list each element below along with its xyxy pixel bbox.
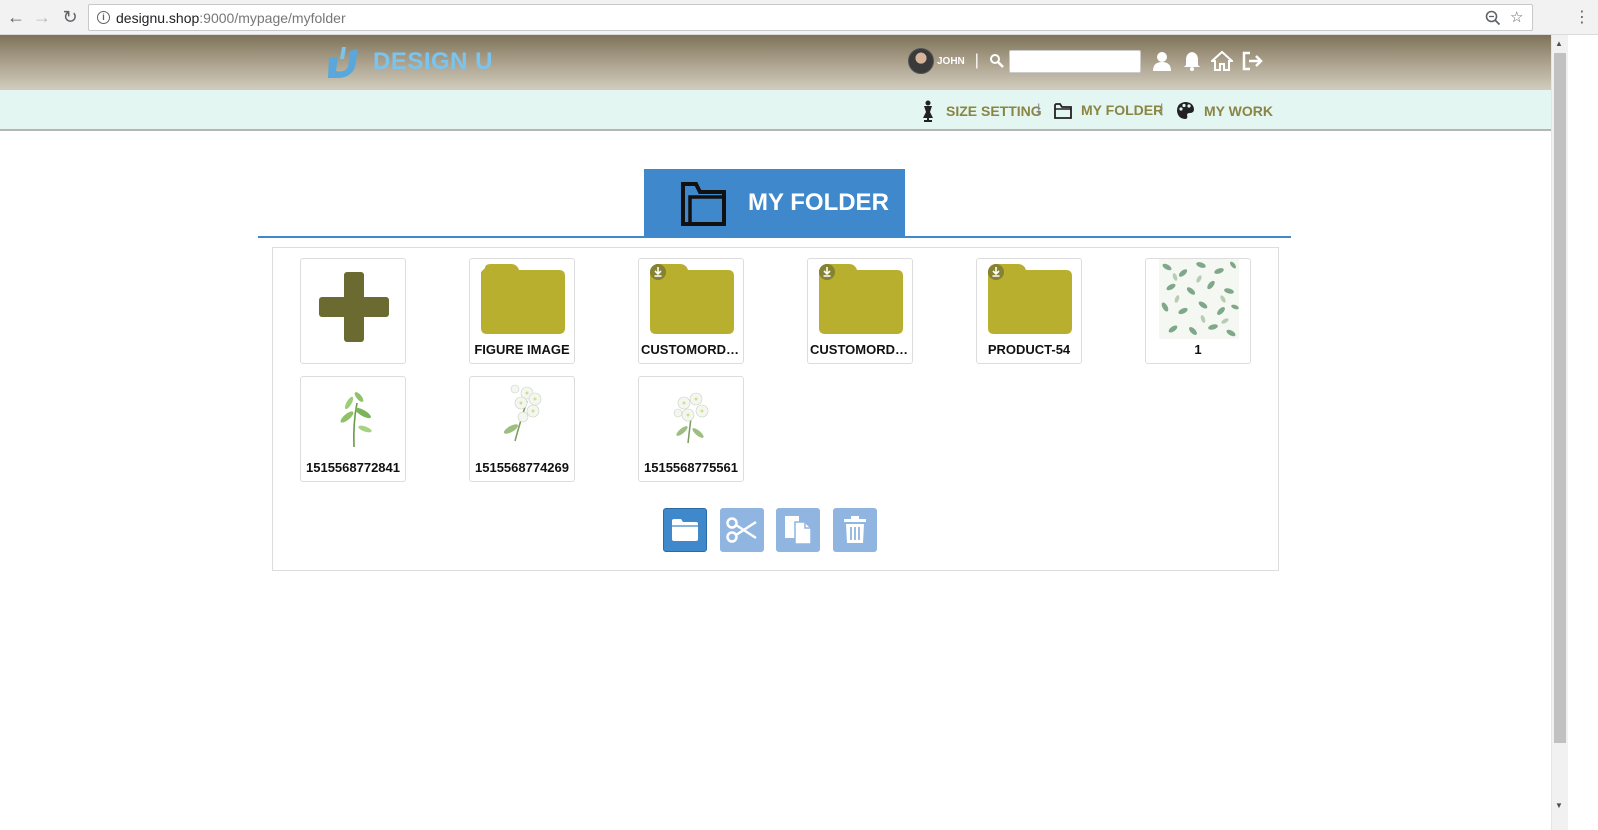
nav-my-folder[interactable]: MY FOLDER bbox=[1053, 100, 1163, 120]
user-name[interactable]: JOHN bbox=[937, 56, 965, 67]
nav-size-setting-label: SIZE SETTING bbox=[946, 103, 1042, 119]
mannequin-icon bbox=[923, 100, 933, 122]
logo-icon bbox=[328, 47, 358, 78]
sprig-thumbnail bbox=[340, 392, 372, 448]
new-folder-button[interactable] bbox=[663, 508, 707, 552]
image-tile[interactable]: 1515568774269 bbox=[469, 376, 575, 482]
user-icon[interactable] bbox=[1151, 50, 1173, 72]
info-icon[interactable]: i bbox=[97, 11, 110, 24]
folder-icon bbox=[672, 519, 698, 541]
title-divider bbox=[258, 236, 1291, 238]
copy-icon bbox=[785, 516, 812, 545]
cut-button[interactable] bbox=[720, 508, 764, 552]
trash-icon bbox=[844, 516, 866, 543]
folder-label: CUSTOMORDER bbox=[810, 342, 912, 357]
download-badge-icon bbox=[819, 264, 835, 280]
flowers-thumbnail bbox=[503, 384, 542, 442]
folder-tile[interactable]: CUSTOMORDER bbox=[807, 258, 913, 364]
leaf-pattern-thumbnail bbox=[1159, 259, 1239, 339]
sub-nav: SIZE SETTING | MY FOLDER | MY WORK bbox=[0, 90, 1551, 131]
image-label: 1 bbox=[1194, 342, 1202, 357]
avatar[interactable] bbox=[908, 48, 934, 74]
image-tile[interactable]: 1515568775561 bbox=[638, 376, 744, 482]
folder-tile[interactable]: FIGURE IMAGE bbox=[469, 258, 575, 364]
image-label: 1515568772841 bbox=[306, 460, 400, 475]
folder-label: FIGURE IMAGE bbox=[474, 342, 570, 357]
page-title-tab: MY FOLDER bbox=[644, 169, 905, 237]
logo[interactable]: DESIGN U bbox=[326, 45, 493, 79]
page-scrollbar[interactable]: ▲ ▼ bbox=[1551, 35, 1568, 830]
url-host: designu.shop bbox=[116, 10, 200, 26]
folder-label: CUSTOMORDER bbox=[641, 342, 743, 357]
bell-icon[interactable] bbox=[1181, 50, 1203, 72]
download-badge-icon bbox=[650, 264, 666, 280]
scroll-thumb[interactable] bbox=[1554, 53, 1566, 743]
nav-my-work-label: MY WORK bbox=[1204, 102, 1273, 119]
logo-text: DESIGN U bbox=[373, 48, 494, 75]
nav-separator: | bbox=[1037, 101, 1041, 116]
nav-my-folder-label: MY FOLDER bbox=[1081, 102, 1164, 118]
download-badge-icon bbox=[988, 264, 1004, 280]
url-path: :9000/mypage/myfolder bbox=[199, 10, 346, 26]
folder-icon bbox=[481, 264, 565, 334]
forward-icon[interactable]: → bbox=[32, 7, 52, 27]
menu-icon[interactable]: ⋮ bbox=[1572, 7, 1592, 27]
logout-icon[interactable] bbox=[1241, 50, 1263, 72]
scissors-icon bbox=[726, 517, 757, 543]
zoom-icon[interactable] bbox=[1485, 10, 1501, 30]
add-folder-tile[interactable] bbox=[300, 258, 406, 364]
reload-icon[interactable]: ↻ bbox=[60, 7, 80, 27]
home-icon[interactable] bbox=[1210, 50, 1233, 72]
header-separator: | bbox=[974, 52, 979, 69]
delete-button[interactable] bbox=[833, 508, 877, 552]
search-icon[interactable] bbox=[989, 53, 1005, 69]
back-icon[interactable]: ← bbox=[6, 7, 26, 27]
image-label: 1515568774269 bbox=[475, 460, 569, 475]
copy-button[interactable] bbox=[776, 508, 820, 552]
folder-icon bbox=[1054, 103, 1072, 119]
address-bar[interactable]: i designu.shop:9000/mypage/myfolder ☆ bbox=[88, 4, 1533, 31]
nav-separator: | bbox=[1160, 101, 1164, 116]
page-title: MY FOLDER bbox=[748, 189, 889, 216]
image-tile[interactable]: 1 bbox=[1145, 258, 1251, 364]
url-text[interactable]: designu.shop:9000/mypage/myfolder bbox=[116, 10, 346, 26]
folder-tile[interactable]: CUSTOMORDER bbox=[638, 258, 744, 364]
scroll-up-icon[interactable]: ▲ bbox=[1555, 39, 1563, 48]
nav-my-work[interactable]: MY WORK bbox=[1175, 100, 1273, 121]
image-label: 1515568775561 bbox=[644, 460, 738, 475]
folder-open-icon bbox=[681, 182, 726, 226]
folder-label: PRODUCT-54 bbox=[987, 342, 1071, 357]
user-area: JOHN | bbox=[908, 48, 1263, 74]
plus-icon-bar bbox=[319, 297, 389, 317]
browser-toolbar: ← → ↻ i designu.shop:9000/mypage/myfolde… bbox=[0, 0, 1598, 35]
folder-tile[interactable]: PRODUCT-54 bbox=[976, 258, 1082, 364]
search-input[interactable] bbox=[1008, 49, 1141, 73]
image-tile[interactable]: 1515568772841 bbox=[300, 376, 406, 482]
scroll-down-icon[interactable]: ▼ bbox=[1555, 801, 1563, 810]
palette-icon bbox=[1177, 102, 1194, 119]
nav-size-setting[interactable]: SIZE SETTING bbox=[918, 100, 1042, 122]
site-header: DESIGN U JOHN | bbox=[0, 35, 1551, 90]
flowers-thumbnail bbox=[673, 392, 709, 444]
bookmark-star-icon[interactable]: ☆ bbox=[1510, 8, 1523, 26]
